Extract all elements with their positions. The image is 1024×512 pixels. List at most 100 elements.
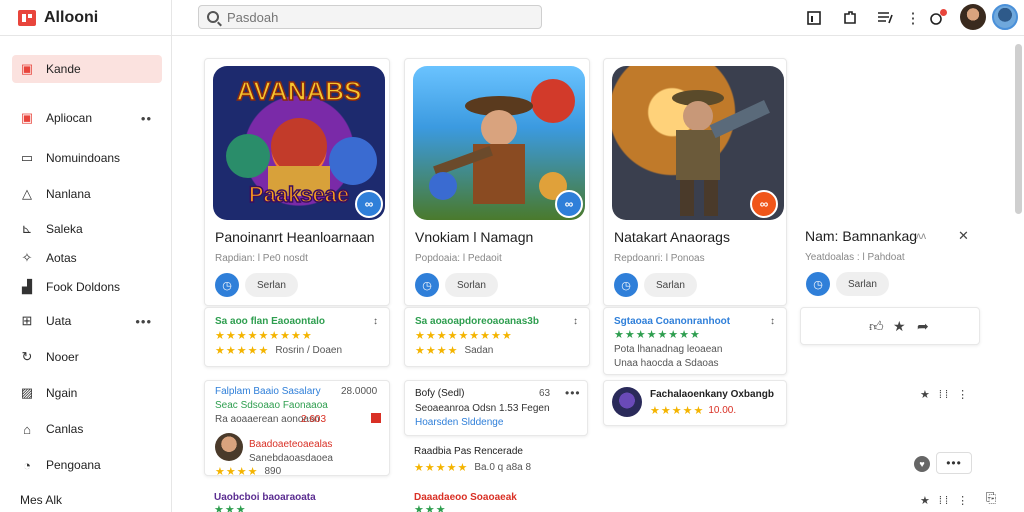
window-icon: ▭ xyxy=(20,150,34,165)
sort-icon[interactable]: ↕ xyxy=(373,316,378,327)
account-avatar[interactable] xyxy=(992,4,1018,30)
rating-stars: ★★★ xyxy=(414,504,447,512)
game-subtitle: Rapdian: l Pe0 nosdt xyxy=(215,253,308,264)
action-pill[interactable]: Sarlan xyxy=(836,272,889,296)
more-button[interactable]: ••• xyxy=(936,452,972,474)
sort-icon[interactable]: ↕ xyxy=(573,316,578,327)
rating-row: ★★★★★ 10.00. xyxy=(650,404,736,417)
sidebar-item-home[interactable]: ▣ Kande xyxy=(12,55,162,83)
install-icon[interactable]: ◷ xyxy=(614,273,638,297)
sidebar: ▣ Kande ▣ Apliocan •• ▭ Nomuindoans △ Na… xyxy=(0,36,171,512)
game-title: Nam: Bamnankag xyxy=(805,228,918,244)
more-icon[interactable]: •• xyxy=(141,111,152,126)
sidebar-item-pengoana[interactable]: ◔ Pengoana xyxy=(12,451,162,479)
search-bar[interactable] xyxy=(198,5,542,29)
action-pill[interactable]: Serlan xyxy=(245,273,298,297)
game-card[interactable]: ∞ Vnokiam l Namagn Popdoaia: l Pedaoit ◷… xyxy=(404,58,590,306)
app-logo[interactable]: Allooni xyxy=(18,9,98,27)
sidebar-item-aotas[interactable]: ✧ Aotas xyxy=(12,244,162,272)
list-subtitle: Seac Sdsoaao Faonaaoa xyxy=(215,400,328,411)
sidebar-item-windows[interactable]: ▭ Nomuindoans xyxy=(12,144,162,172)
rating-card[interactable]: Sa aoo flan Eaoaontalo ↕ ★★★★★★★★★ ★★★★★… xyxy=(204,307,390,367)
list-card[interactable]: Fachalaoenkany Oxbangb ★★★★★ 10.00. xyxy=(603,380,787,426)
thumbs-up-icon[interactable]: 👍︎ xyxy=(869,318,884,335)
sidebar-item-nooer[interactable]: ↻ Nooer xyxy=(12,343,162,371)
rating-card[interactable]: Sgtaoaa Coanonranhoot ↕ ★★★★★★★★ Pota lh… xyxy=(603,307,787,375)
list-card[interactable]: Falplam Baaio Sasalary 28.0000 Seac Sdso… xyxy=(204,380,390,478)
rating-stars: ★★★★★★★★ xyxy=(614,329,701,341)
expand-icon[interactable]: ᴧᴧ xyxy=(916,231,926,242)
rating-stars: ★★★ xyxy=(214,504,247,512)
row-actions[interactable]: ★ ⁞⁞ ⋮ xyxy=(920,494,971,507)
feedback-icon[interactable]: ⎘ xyxy=(986,490,996,506)
more-vertical-icon[interactable]: ⋮ xyxy=(901,6,925,30)
rating-title: Sgtaoaa Coanonranhoot xyxy=(614,316,731,327)
list-title: Daaadaeoo Soaoaeak xyxy=(414,492,517,503)
puzzle-icon[interactable] xyxy=(838,6,862,30)
rating-card[interactable]: Sa aoaoapdoreoaoanas3b ↕ ★★★★★★★★★ ★★★★ … xyxy=(404,307,590,367)
scrollbar[interactable] xyxy=(1015,44,1022,214)
notifications-icon[interactable] xyxy=(925,6,949,30)
game-subtitle: Yeatdoalas : l Pahdoat xyxy=(805,252,905,263)
game-card[interactable]: Nam: Bamnankag ᴧᴧ ✕ Yeatdoalas : l Pahdo… xyxy=(800,58,980,306)
close-icon[interactable]: ✕ xyxy=(958,228,969,244)
list-icon[interactable] xyxy=(873,6,897,30)
list-title: Baadoaeteoaealas xyxy=(249,439,333,450)
list-card[interactable]: Bofy (Sedl) 63 ••• Seoaeanroa Odsn 1.53 … xyxy=(404,380,588,436)
game-card[interactable]: AVANABS Paakseae ∞ Panoinanrt Heanloarna… xyxy=(204,58,390,306)
share-icon[interactable]: ➦ xyxy=(917,318,929,335)
library-icon[interactable] xyxy=(802,6,826,30)
play-badge-icon[interactable]: ∞ xyxy=(750,190,778,218)
sidebar-item-label: Mes Alk xyxy=(20,493,63,507)
list-value: 63 xyxy=(539,388,551,399)
game-card[interactable]: ∞ Natakart Anaorags Repdoanri: l Ponoas … xyxy=(603,58,787,306)
refresh-icon: ↻ xyxy=(21,349,33,364)
sidebar-item-apps[interactable]: ▣ Apliocan •• xyxy=(12,104,162,132)
play-badge-icon[interactable]: ∞ xyxy=(555,190,583,218)
sidebar-item-fook-doldons[interactable]: ▟ Fook Doldons xyxy=(12,273,162,301)
user-avatar[interactable] xyxy=(215,433,243,461)
sidebar-item-label: Canlas xyxy=(46,422,84,436)
sidebar-item-saleka[interactable]: ⊾ Saleka xyxy=(12,215,162,243)
install-icon[interactable]: ◷ xyxy=(215,273,239,297)
heart-icon[interactable]: ♥ xyxy=(914,456,930,472)
list-item[interactable]: Raadbia Pas Rencerade ★★★★★ Ba.0 q a8a 8 xyxy=(414,446,531,474)
list-item[interactable]: Uaobcboi baoaraoata ★★★ xyxy=(214,492,316,512)
sidebar-item-nanlana[interactable]: △ Nanlana xyxy=(12,180,162,208)
list-item[interactable]: Daaadaeoo Soaoaeak ★★★ xyxy=(414,492,517,512)
grid-icon: ⊞ xyxy=(21,313,33,328)
star-icon[interactable]: ★ xyxy=(893,318,906,335)
list-title: Falplam Baaio Sasalary xyxy=(215,386,321,397)
install-icon[interactable]: ◷ xyxy=(415,273,439,297)
flag-icon[interactable] xyxy=(371,413,381,423)
action-pill[interactable]: Sorlan xyxy=(445,273,498,297)
user-avatar[interactable] xyxy=(612,387,642,417)
top-bar: Allooni ⋮ xyxy=(0,0,1024,36)
sidebar-item-uata[interactable]: ⊞ Uata ••• xyxy=(12,307,162,335)
rating-text: Pota lhanadnag leoaean xyxy=(614,344,723,355)
rating-text: Ba.0 q a8a 8 xyxy=(474,462,532,473)
more-icon[interactable]: ••• xyxy=(565,386,581,400)
sidebar-item-mes-alk[interactable]: Mes Alk xyxy=(12,486,162,512)
profile-avatar[interactable] xyxy=(960,4,986,30)
game-logo-subtext: Paakseae xyxy=(249,182,349,207)
sidebar-item-canlas[interactable]: ⌂ Canlas xyxy=(12,415,162,443)
clock-icon: ◔ xyxy=(23,457,31,473)
sort-icon[interactable]: ↕ xyxy=(770,316,775,327)
list-title: Bofy (Sedl) xyxy=(415,388,465,399)
sidebar-item-ngain[interactable]: ▨ Ngain xyxy=(12,379,162,407)
row-actions[interactable]: ★ ⁞⁞ ⋮ xyxy=(920,388,971,401)
rating-stars: ★★★★★ xyxy=(215,345,270,357)
search-input[interactable] xyxy=(227,9,527,25)
install-icon[interactable]: ◷ xyxy=(806,272,830,296)
more-icon[interactable]: ••• xyxy=(135,314,152,329)
rating-text: Rosrin / Doaen xyxy=(275,345,343,356)
search-icon xyxy=(207,11,219,23)
star-icon: ✧ xyxy=(21,250,33,265)
play-badge-icon[interactable]: ∞ xyxy=(355,190,383,218)
rating-text: 10.00. xyxy=(708,405,737,416)
sidebar-item-label: Nanlana xyxy=(46,187,91,201)
action-card: 👍︎ ★ ➦ xyxy=(800,307,980,345)
action-pill[interactable]: Sarlan xyxy=(644,273,697,297)
sidebar-item-label: Apliocan xyxy=(46,111,93,125)
